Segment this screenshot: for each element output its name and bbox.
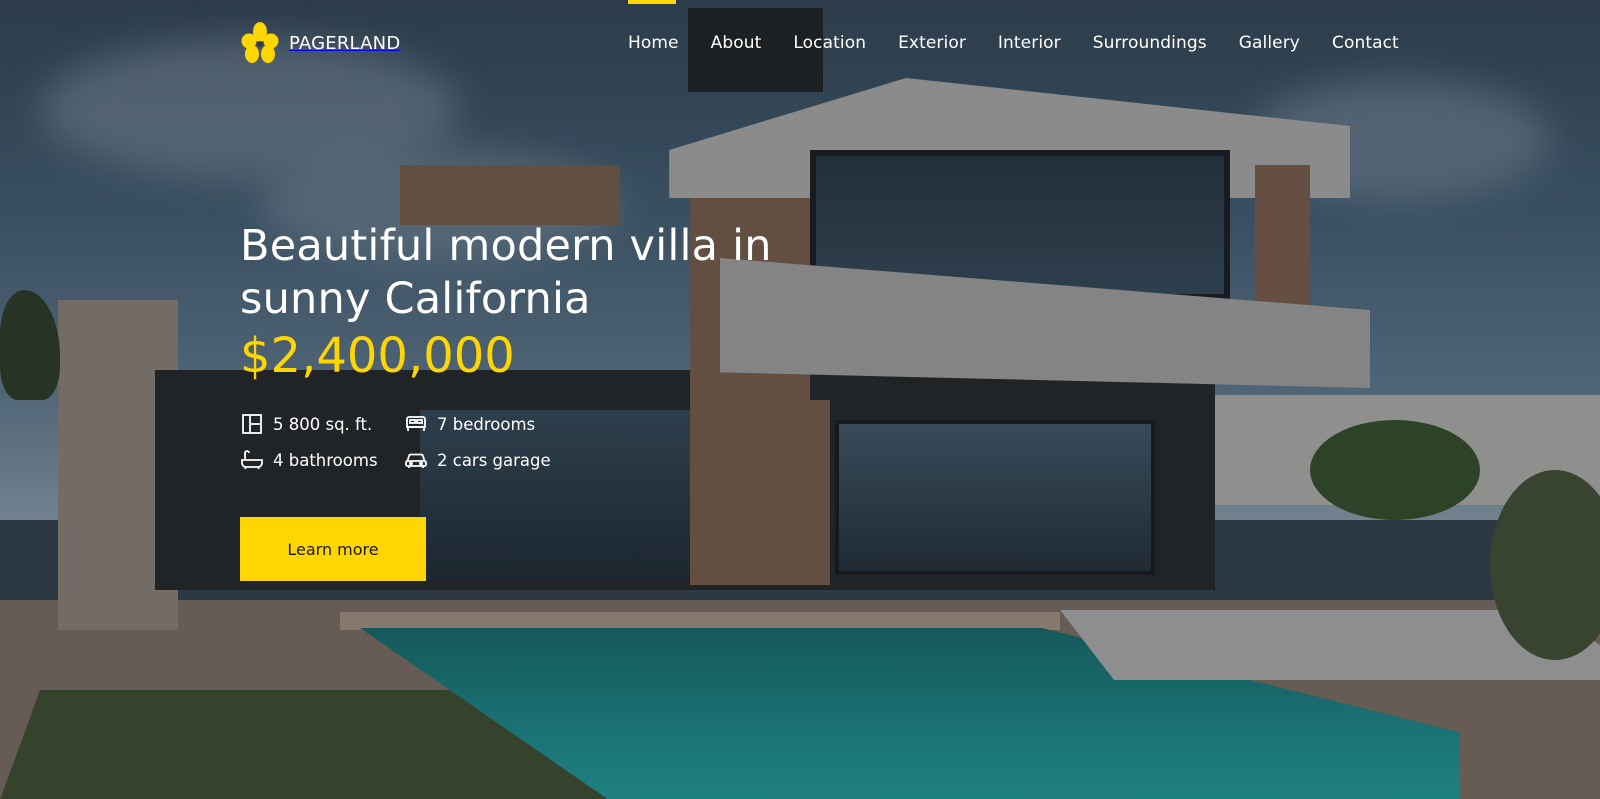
feature-area-label: 5 800 sq. ft. (273, 414, 373, 434)
feature-bedrooms: 7 bedrooms (405, 414, 575, 434)
nav-item-exterior[interactable]: Exterior (898, 33, 966, 53)
property-features: 5 800 sq. ft. 7 bedrooms 4 bathrooms 2 c… (241, 414, 575, 470)
bathtub-icon (241, 450, 263, 470)
floorplan-icon (242, 414, 262, 434)
hero-content: Beautiful modern villa in sunny Californ… (240, 220, 800, 384)
brand-logo[interactable]: PAGERLAND (241, 22, 400, 64)
nav-item-contact[interactable]: Contact (1332, 33, 1399, 53)
nav-item-about[interactable]: About (711, 33, 762, 53)
nav-item-surroundings[interactable]: Surroundings (1093, 33, 1207, 53)
bed-icon (406, 416, 426, 431)
feature-bathrooms-label: 4 bathrooms (273, 450, 378, 470)
car-icon (405, 453, 427, 468)
feature-area: 5 800 sq. ft. (241, 414, 405, 434)
nav-item-interior[interactable]: Interior (998, 33, 1061, 53)
hero-title: Beautiful modern villa in sunny Californ… (240, 221, 772, 324)
brand-name: PAGERLAND (289, 32, 401, 54)
active-nav-indicator (628, 0, 676, 4)
flower-logo-icon (241, 22, 279, 64)
hero-price: $2,400,000 (240, 328, 515, 384)
nav-item-gallery[interactable]: Gallery (1239, 33, 1300, 53)
feature-garage: 2 cars garage (405, 450, 575, 470)
hero-background-image (0, 0, 1600, 799)
main-navigation: Home About Location Exterior Interior Su… (628, 33, 1399, 53)
nav-item-home[interactable]: Home (628, 33, 679, 53)
feature-bathrooms: 4 bathrooms (241, 450, 405, 470)
learn-more-button[interactable]: Learn more (240, 517, 426, 581)
nav-item-location[interactable]: Location (793, 33, 866, 53)
feature-bedrooms-label: 7 bedrooms (437, 414, 536, 434)
feature-garage-label: 2 cars garage (437, 450, 551, 470)
